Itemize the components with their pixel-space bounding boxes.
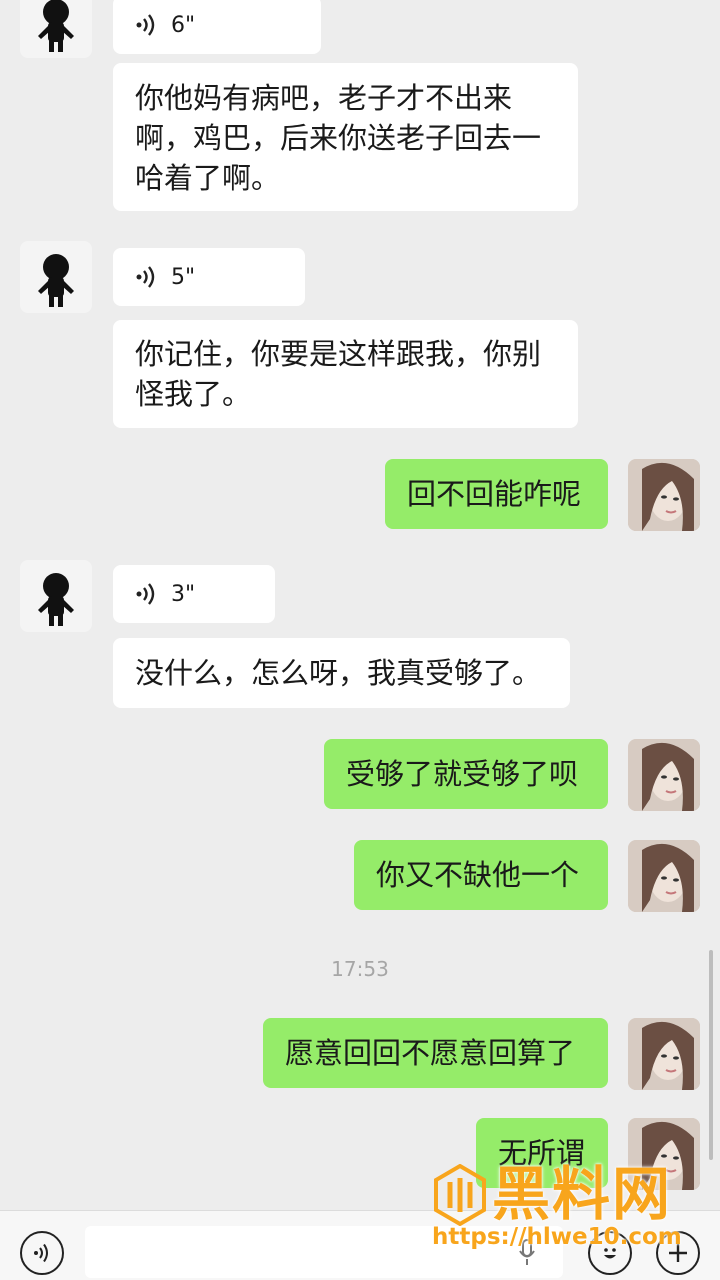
contact-avatar[interactable] — [20, 560, 92, 632]
voice-wave-icon — [136, 266, 155, 288]
contact-avatar[interactable] — [20, 0, 92, 58]
voice-duration: 5" — [171, 264, 196, 290]
my-avatar[interactable] — [628, 459, 700, 531]
voice-input-button[interactable] — [20, 1231, 64, 1275]
sent-message-bubble[interactable]: 你又不缺他一个 — [354, 840, 608, 910]
plus-icon — [669, 1244, 687, 1262]
message-input[interactable] — [85, 1226, 563, 1278]
message-text: 你他妈有病吧，老子才不出来啊，鸡巴，后来你送老子回去一哈着了啊。 — [135, 81, 542, 195]
message-text: 受够了就受够了呗 — [346, 757, 579, 791]
chat-area[interactable]: 6" 你他妈有病吧，老子才不出来啊，鸡巴，后来你送老子回去一哈着了啊。 5" 你… — [0, 0, 720, 1210]
sent-message-bubble[interactable]: 回不回能咋呢 — [385, 459, 608, 529]
voice-message[interactable]: 5" — [113, 248, 305, 306]
my-avatar[interactable] — [628, 1118, 700, 1190]
voice-icon — [34, 1243, 48, 1263]
my-avatar[interactable] — [628, 739, 700, 811]
more-button[interactable] — [656, 1231, 700, 1275]
timestamp: 17:53 — [331, 957, 389, 981]
sent-message-bubble[interactable]: 受够了就受够了呗 — [324, 739, 608, 809]
profile-photo-icon — [628, 1018, 700, 1090]
voice-wave-icon — [136, 14, 155, 36]
message-text: 愿意回回不愿意回算了 — [285, 1036, 576, 1070]
profile-photo-icon — [628, 1118, 700, 1190]
message-text: 你又不缺他一个 — [376, 858, 580, 892]
contact-avatar[interactable] — [20, 241, 92, 313]
message-text: 没什么，怎么呀，我真受够了。 — [135, 656, 542, 690]
microphone-icon — [519, 1239, 535, 1265]
emoji-icon — [604, 1248, 616, 1259]
profile-photo-icon — [628, 739, 700, 811]
message-text: 无所谓 — [498, 1136, 586, 1170]
my-avatar[interactable] — [628, 1018, 700, 1090]
silhouette-icon — [38, 573, 74, 626]
voice-wave-icon — [136, 583, 155, 605]
message-text: 回不回能咋呢 — [407, 477, 582, 511]
profile-photo-icon — [628, 840, 700, 912]
sent-message-bubble[interactable]: 愿意回回不愿意回算了 — [263, 1018, 608, 1088]
voice-duration: 3" — [171, 581, 196, 607]
my-avatar[interactable] — [628, 840, 700, 912]
message-bubble[interactable]: 你记住，你要是这样跟我，你别怪我了。 — [113, 320, 578, 428]
profile-photo-icon — [628, 459, 700, 531]
emoji-button[interactable] — [588, 1231, 632, 1275]
sent-message-bubble[interactable]: 无所谓 — [476, 1118, 608, 1188]
voice-message[interactable]: 3" — [113, 565, 275, 623]
voice-duration: 6" — [171, 12, 196, 38]
voice-message[interactable]: 6" — [113, 0, 321, 54]
input-bar — [0, 1210, 720, 1280]
scrollbar[interactable] — [709, 950, 713, 1160]
message-bubble[interactable]: 没什么，怎么呀，我真受够了。 — [113, 638, 570, 708]
message-bubble[interactable]: 你他妈有病吧，老子才不出来啊，鸡巴，后来你送老子回去一哈着了啊。 — [113, 63, 578, 211]
silhouette-icon — [38, 0, 74, 52]
silhouette-icon — [38, 254, 74, 307]
message-text: 你记住，你要是这样跟我，你别怪我了。 — [135, 337, 542, 411]
